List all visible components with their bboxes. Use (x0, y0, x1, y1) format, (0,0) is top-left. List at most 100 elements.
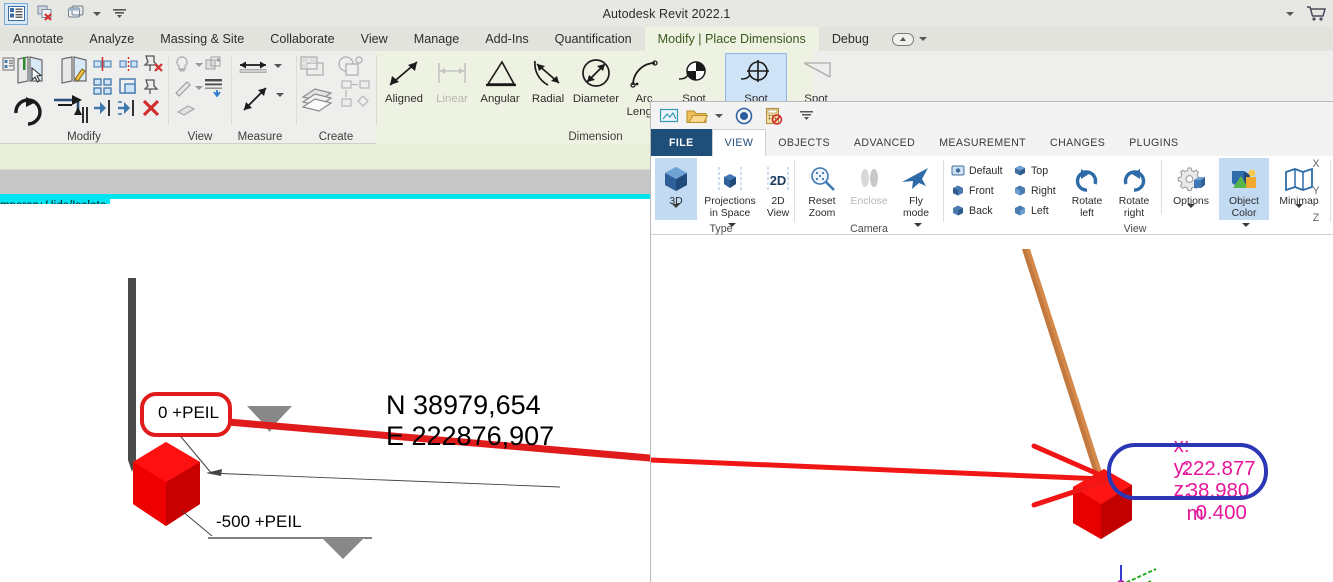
linear-dimension-icon (425, 57, 479, 93)
modify-copy-icon[interactable] (92, 77, 114, 95)
view-preset-back-label: Back (969, 204, 993, 217)
modify-rotate-icon[interactable] (10, 93, 48, 127)
elevation-marker-top (247, 406, 292, 422)
view-linework-dropdown-icon[interactable] (195, 86, 203, 90)
dimension-angular-button[interactable]: Angular (473, 57, 527, 106)
view-visibility-dropdown-icon[interactable] (195, 63, 203, 67)
view-preset-front[interactable]: Front (951, 184, 994, 197)
create-assembly-icon[interactable] (299, 81, 337, 113)
measurement-app-window: FILE VIEW OBJECTS ADVANCED MEASUREMENT C… (650, 101, 1333, 582)
tab-objects[interactable]: OBJECTS (766, 129, 842, 156)
tab-view[interactable]: VIEW (711, 129, 767, 156)
ribbon-minimize-control[interactable] (882, 27, 937, 51)
revit-drawing-canvas[interactable]: 0 +PEIL -500 +PEIL N 38979,654 E 222876,… (0, 204, 650, 582)
new-document-icon[interactable] (659, 107, 679, 124)
projections-in-space-button[interactable]: Projections in Space (701, 162, 759, 231)
create-part-icon[interactable] (335, 55, 367, 79)
view-back-icon (953, 205, 963, 216)
shopping-cart-icon[interactable] (1306, 5, 1327, 22)
screenshot-root: Autodesk Revit 2022.1 Annotate Analyze M… (0, 0, 1333, 582)
dimension-spot-slope-button[interactable]: Spot (789, 57, 843, 106)
modify-array-icon[interactable] (52, 93, 94, 127)
tab-analyze[interactable]: Analyze (76, 27, 147, 51)
dropdown-arrow-icon[interactable] (1286, 11, 1294, 16)
dimension-radial-button[interactable]: Radial (521, 57, 575, 106)
modify-pin-icon[interactable] (142, 77, 160, 95)
customize-qat-icon[interactable] (800, 110, 813, 121)
tab-measurement[interactable]: MEASUREMENT (927, 129, 1038, 156)
view-render-icon[interactable] (203, 55, 225, 73)
modify-resize-icon[interactable] (118, 77, 140, 95)
tab-massing-and-site[interactable]: Massing & Site (147, 27, 257, 51)
tab-file[interactable]: FILE (651, 129, 712, 156)
tab-plugins[interactable]: PLUGINS (1117, 129, 1190, 156)
record-point-icon[interactable] (735, 107, 753, 125)
2d-view-button[interactable]: 2D 2D View (761, 162, 795, 219)
create-similar-icon[interactable] (341, 79, 373, 113)
tab-quantification[interactable]: Quantification (542, 27, 645, 51)
fly-mode-icon (894, 162, 938, 196)
view-preset-right[interactable]: Right (1013, 184, 1056, 197)
fly-mode-button[interactable]: Fly mode (894, 162, 938, 231)
measure-between-refs-icon[interactable] (236, 57, 270, 73)
object-color-button[interactable]: Object Color (1219, 158, 1269, 227)
view-preset-front-label: Front (969, 184, 994, 197)
calculator-disabled-icon[interactable] (765, 107, 783, 125)
measure-dropdown-icon[interactable] (274, 64, 282, 68)
modify-align-icon[interactable] (92, 55, 114, 73)
projections-in-space-icon (701, 162, 759, 196)
view-preset-default[interactable]: Default (951, 164, 1003, 177)
revit-drawing-svg (128, 278, 650, 559)
enclose-button[interactable]: Enclose (846, 162, 892, 208)
tab-manage[interactable]: Manage (401, 27, 473, 51)
options-dropdown-icon[interactable] (1187, 203, 1195, 219)
view-preset-left[interactable]: Left (1013, 204, 1049, 217)
tab-annotate[interactable]: Annotate (0, 27, 76, 51)
dimension-diameter-button[interactable]: Diameter (569, 57, 623, 106)
tab-advanced[interactable]: ADVANCED (842, 129, 927, 156)
measure-along-dropdown-icon[interactable] (276, 93, 284, 97)
modify-trim-icon[interactable] (92, 99, 114, 117)
modify-extend-icon[interactable] (116, 99, 138, 117)
view-visibility-icon[interactable] (173, 55, 191, 73)
measure-along-element-icon[interactable] (240, 83, 274, 115)
modify-delete-icon[interactable] (142, 99, 160, 117)
type-3d-dropdown-icon[interactable] (672, 203, 680, 219)
tab-add-ins[interactable]: Add-Ins (472, 27, 541, 51)
modify-button-icon[interactable] (12, 55, 60, 93)
rotate-right-button[interactable]: Rotate right (1112, 162, 1156, 219)
view-preset-back[interactable]: Back (951, 204, 993, 217)
dimension-angular-label: Angular (480, 93, 520, 105)
dimension-spot-elevation-button[interactable]: Spot (667, 57, 721, 106)
dimension-aligned-button[interactable]: Aligned (377, 57, 431, 106)
create-group-icon[interactable] (299, 55, 329, 79)
rotate-left-button[interactable]: Rotate left (1065, 162, 1109, 219)
reset-zoom-button[interactable]: Reset Zoom (800, 162, 844, 219)
modify-unpin-icon[interactable] (142, 53, 164, 73)
measurement-separator-2 (943, 160, 944, 222)
ribbon-collapse-dropdown-icon[interactable] (918, 37, 927, 41)
elevation-label-top: 0 +PEIL (158, 403, 219, 422)
object-color-dropdown-icon[interactable] (1241, 223, 1250, 227)
tab-collaborate[interactable]: Collaborate (257, 27, 347, 51)
dimension-linear-button[interactable]: Linear (425, 57, 479, 106)
open-folder-icon[interactable] (686, 107, 708, 125)
tab-changes[interactable]: CHANGES (1038, 129, 1117, 156)
reset-zoom-label: Reset Zoom (808, 196, 836, 219)
minimap-dropdown-icon[interactable] (1295, 203, 1303, 219)
ribbon-panel-view-3d: Default Front Back Top Right Left Rotate… (945, 156, 1333, 235)
measurement-3d-canvas[interactable]: x: 222.877 y: 38.980 m z: 0.400 (651, 235, 1333, 582)
tab-debug[interactable]: Debug (819, 27, 882, 51)
modify-mirror-icon[interactable] (118, 55, 140, 73)
view-linework-icon[interactable] (173, 79, 193, 97)
view-paint-icon[interactable] (175, 103, 197, 119)
tab-view[interactable]: View (348, 27, 401, 51)
view-preset-top[interactable]: Top (1013, 164, 1048, 177)
tab-modify-place-dimensions[interactable]: Modify | Place Dimensions (644, 27, 819, 51)
ribbon-collapse-icon[interactable] (891, 32, 914, 46)
options-button[interactable]: Options (1167, 162, 1215, 219)
view-preset-top-label: Top (1031, 164, 1049, 177)
open-dropdown-icon[interactable] (715, 113, 723, 118)
type-3d-button[interactable]: 3D (655, 158, 697, 220)
view-linestyle-icon[interactable] (203, 77, 225, 97)
